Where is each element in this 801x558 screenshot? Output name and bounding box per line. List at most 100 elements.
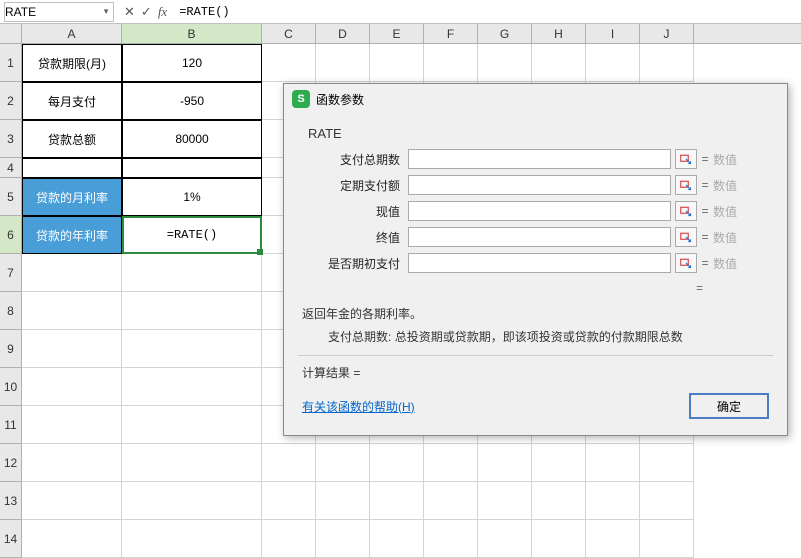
- cell-D1[interactable]: [316, 44, 370, 82]
- cell-A10[interactable]: [22, 368, 122, 406]
- cell-J14[interactable]: [640, 520, 694, 558]
- col-header-E[interactable]: E: [370, 24, 424, 43]
- row-header-3[interactable]: 3: [0, 120, 22, 158]
- cancel-icon[interactable]: ✕: [124, 4, 135, 20]
- cell-A3[interactable]: 贷款总额: [22, 120, 122, 158]
- param-input[interactable]: [408, 201, 671, 221]
- cell-C13[interactable]: [262, 482, 316, 520]
- col-header-B[interactable]: B: [122, 24, 262, 43]
- range-selector-icon[interactable]: [675, 253, 697, 273]
- cell-J13[interactable]: [640, 482, 694, 520]
- param-input[interactable]: [408, 253, 671, 273]
- row-header-13[interactable]: 13: [0, 482, 22, 520]
- row-header-2[interactable]: 2: [0, 82, 22, 120]
- cell-D14[interactable]: [316, 520, 370, 558]
- col-header-J[interactable]: J: [640, 24, 694, 43]
- row-header-11[interactable]: 11: [0, 406, 22, 444]
- cell-B4[interactable]: [122, 158, 262, 178]
- cell-F1[interactable]: [424, 44, 478, 82]
- cell-A4[interactable]: [22, 158, 122, 178]
- param-input[interactable]: [408, 175, 671, 195]
- fx-icon[interactable]: fx: [158, 4, 167, 20]
- cell-A7[interactable]: [22, 254, 122, 292]
- name-box[interactable]: RATE ▼: [4, 2, 114, 22]
- cell-H13[interactable]: [532, 482, 586, 520]
- cell-G14[interactable]: [478, 520, 532, 558]
- dialog-titlebar[interactable]: S 函数参数: [284, 84, 787, 114]
- cell-G13[interactable]: [478, 482, 532, 520]
- cell-B6-editing[interactable]: =RATE(): [122, 216, 262, 254]
- cell-A11[interactable]: [22, 406, 122, 444]
- row-header-7[interactable]: 7: [0, 254, 22, 292]
- cell-G1[interactable]: [478, 44, 532, 82]
- cell-A1[interactable]: 贷款期限(月): [22, 44, 122, 82]
- cell-E12[interactable]: [370, 444, 424, 482]
- cell-B5[interactable]: 1%: [122, 178, 262, 216]
- cell-B1[interactable]: 120: [122, 44, 262, 82]
- cell-J1[interactable]: [640, 44, 694, 82]
- cell-F14[interactable]: [424, 520, 478, 558]
- cell-B2[interactable]: -950: [122, 82, 262, 120]
- cell-F12[interactable]: [424, 444, 478, 482]
- cell-C14[interactable]: [262, 520, 316, 558]
- row-header-4[interactable]: 4: [0, 158, 22, 178]
- cell-H12[interactable]: [532, 444, 586, 482]
- ok-button[interactable]: 确定: [689, 393, 769, 419]
- col-header-A[interactable]: A: [22, 24, 122, 43]
- name-box-dropdown-icon[interactable]: ▼: [102, 7, 113, 16]
- row-header-6[interactable]: 6: [0, 216, 22, 254]
- formula-input[interactable]: [173, 5, 801, 19]
- row-header-5[interactable]: 5: [0, 178, 22, 216]
- cell-E13[interactable]: [370, 482, 424, 520]
- row-header-10[interactable]: 10: [0, 368, 22, 406]
- range-selector-icon[interactable]: [675, 201, 697, 221]
- cell-B8[interactable]: [122, 292, 262, 330]
- row-header-1[interactable]: 1: [0, 44, 22, 82]
- param-input[interactable]: [408, 149, 671, 169]
- row-header-12[interactable]: 12: [0, 444, 22, 482]
- cell-A9[interactable]: [22, 330, 122, 368]
- range-selector-icon[interactable]: [675, 175, 697, 195]
- cell-C12[interactable]: [262, 444, 316, 482]
- cell-B14[interactable]: [122, 520, 262, 558]
- help-link[interactable]: 有关该函数的帮助(H): [302, 398, 415, 415]
- cell-E1[interactable]: [370, 44, 424, 82]
- cell-B10[interactable]: [122, 368, 262, 406]
- cell-A8[interactable]: [22, 292, 122, 330]
- col-header-F[interactable]: F: [424, 24, 478, 43]
- col-header-H[interactable]: H: [532, 24, 586, 43]
- col-header-C[interactable]: C: [262, 24, 316, 43]
- row-header-8[interactable]: 8: [0, 292, 22, 330]
- col-header-I[interactable]: I: [586, 24, 640, 43]
- cell-E14[interactable]: [370, 520, 424, 558]
- cell-A13[interactable]: [22, 482, 122, 520]
- cell-A12[interactable]: [22, 444, 122, 482]
- cell-B12[interactable]: [122, 444, 262, 482]
- cell-I14[interactable]: [586, 520, 640, 558]
- param-input[interactable]: [408, 227, 671, 247]
- cell-A14[interactable]: [22, 520, 122, 558]
- cell-D12[interactable]: [316, 444, 370, 482]
- fill-handle[interactable]: [257, 249, 263, 255]
- cell-J12[interactable]: [640, 444, 694, 482]
- cell-B13[interactable]: [122, 482, 262, 520]
- cell-F13[interactable]: [424, 482, 478, 520]
- col-header-D[interactable]: D: [316, 24, 370, 43]
- cell-G12[interactable]: [478, 444, 532, 482]
- accept-icon[interactable]: ✓: [141, 4, 152, 20]
- row-header-14[interactable]: 14: [0, 520, 22, 558]
- range-selector-icon[interactable]: [675, 227, 697, 247]
- col-header-G[interactable]: G: [478, 24, 532, 43]
- cell-B3[interactable]: 80000: [122, 120, 262, 158]
- cell-A6[interactable]: 贷款的年利率: [22, 216, 122, 254]
- cell-H1[interactable]: [532, 44, 586, 82]
- cell-A2[interactable]: 每月支付: [22, 82, 122, 120]
- cell-A5[interactable]: 贷款的月利率: [22, 178, 122, 216]
- cell-D13[interactable]: [316, 482, 370, 520]
- select-all-corner[interactable]: [0, 24, 22, 43]
- cell-B11[interactable]: [122, 406, 262, 444]
- cell-I13[interactable]: [586, 482, 640, 520]
- cell-I12[interactable]: [586, 444, 640, 482]
- row-header-9[interactable]: 9: [0, 330, 22, 368]
- cell-I1[interactable]: [586, 44, 640, 82]
